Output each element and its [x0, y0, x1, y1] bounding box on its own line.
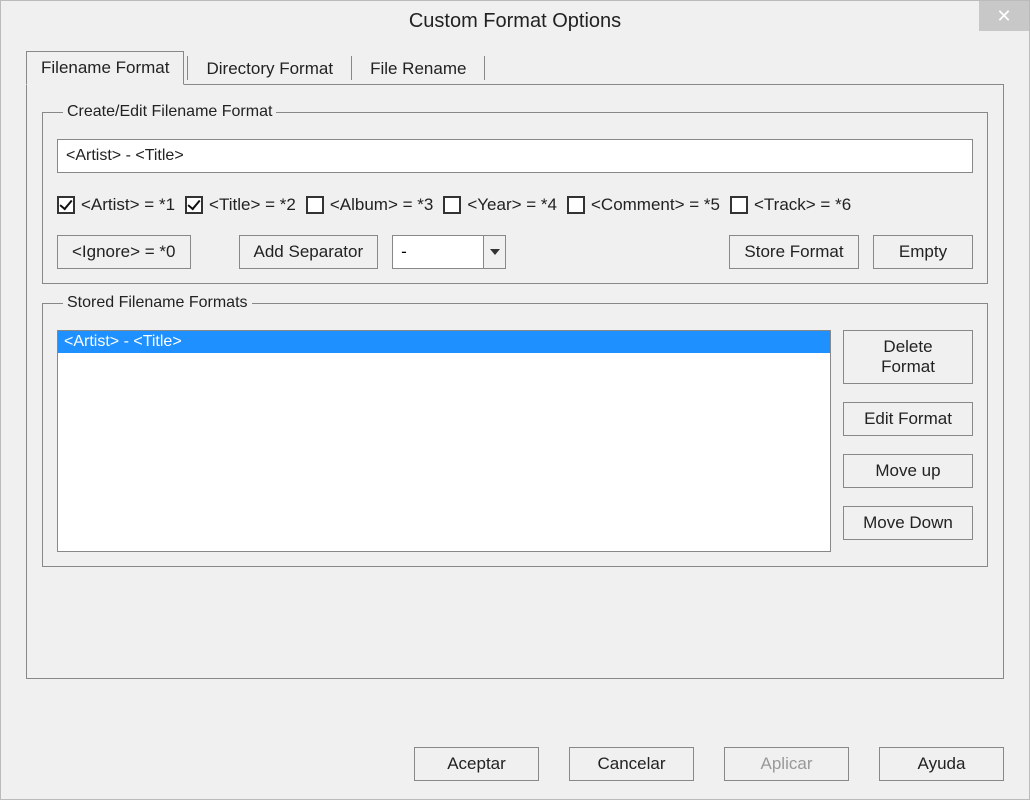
close-button[interactable]: ✕: [979, 1, 1029, 31]
check-label: <Year> = *4: [467, 195, 557, 215]
group-stored-formats: Stored Filename Formats <Artist> - <Titl…: [42, 294, 988, 567]
window-title: Custom Format Options: [409, 10, 621, 33]
check-artist[interactable]: <Artist> = *1: [57, 195, 175, 215]
tab-separator: [187, 56, 188, 80]
group-create-legend: Create/Edit Filename Format: [63, 103, 276, 121]
check-track[interactable]: <Track> = *6: [730, 195, 851, 215]
move-up-button[interactable]: Move up: [843, 454, 973, 488]
add-separator-button[interactable]: Add Separator: [239, 235, 379, 269]
ignore-token-button[interactable]: <Ignore> = *0: [57, 235, 191, 269]
check-label: <Title> = *2: [209, 195, 296, 215]
tab-separator: [351, 56, 352, 80]
list-item[interactable]: <Artist> - <Title>: [58, 331, 830, 353]
check-label: <Artist> = *1: [81, 195, 175, 215]
separator-combobox[interactable]: -: [392, 235, 506, 269]
tab-file-rename[interactable]: File Rename: [355, 52, 481, 85]
cancel-button[interactable]: Cancelar: [569, 747, 694, 781]
checkbox-icon: [443, 196, 461, 214]
group-stored-legend: Stored Filename Formats: [63, 294, 252, 312]
dialog-button-bar: Aceptar Cancelar Aplicar Ayuda: [1, 735, 1029, 799]
format-input[interactable]: [57, 139, 973, 173]
dialog-window: Custom Format Options ✕ Filename Format …: [0, 0, 1030, 800]
check-label: <Album> = *3: [330, 195, 434, 215]
content-area: Filename Format Directory Format File Re…: [1, 41, 1029, 735]
tab-directory-format[interactable]: Directory Format: [191, 52, 348, 85]
chevron-down-icon[interactable]: [483, 236, 505, 268]
checkbox-icon: [57, 196, 75, 214]
check-title[interactable]: <Title> = *2: [185, 195, 296, 215]
move-down-button[interactable]: Move Down: [843, 506, 973, 540]
token-checkbox-row: <Artist> = *1 <Title> = *2 <Album> = *3 …: [57, 195, 973, 215]
checkbox-icon: [306, 196, 324, 214]
titlebar: Custom Format Options ✕: [1, 1, 1029, 41]
stored-body: <Artist> - <Title> Delete Format Edit Fo…: [57, 330, 973, 552]
format-buttons-row: <Ignore> = *0 Add Separator - Store Form…: [57, 235, 973, 269]
check-label: <Comment> = *5: [591, 195, 720, 215]
tab-panel: Create/Edit Filename Format <Artist> = *…: [26, 84, 1004, 679]
tab-strip: Filename Format Directory Format File Re…: [26, 51, 1004, 85]
edit-format-button[interactable]: Edit Format: [843, 402, 973, 436]
close-icon: ✕: [996, 6, 1011, 27]
check-album[interactable]: <Album> = *3: [306, 195, 434, 215]
group-create-edit: Create/Edit Filename Format <Artist> = *…: [42, 103, 988, 284]
stored-formats-listbox[interactable]: <Artist> - <Title>: [57, 330, 831, 552]
apply-button[interactable]: Aplicar: [724, 747, 849, 781]
help-button[interactable]: Ayuda: [879, 747, 1004, 781]
accept-button[interactable]: Aceptar: [414, 747, 539, 781]
checkbox-icon: [185, 196, 203, 214]
tab-filename-format[interactable]: Filename Format: [26, 51, 184, 85]
delete-format-button[interactable]: Delete Format: [843, 330, 973, 384]
check-label: <Track> = *6: [754, 195, 851, 215]
checkbox-icon: [567, 196, 585, 214]
stored-buttons-column: Delete Format Edit Format Move up Move D…: [843, 330, 973, 552]
check-comment[interactable]: <Comment> = *5: [567, 195, 720, 215]
check-year[interactable]: <Year> = *4: [443, 195, 557, 215]
store-format-button[interactable]: Store Format: [729, 235, 859, 269]
checkbox-icon: [730, 196, 748, 214]
separator-value: -: [393, 236, 483, 268]
tab-separator: [484, 56, 485, 80]
empty-button[interactable]: Empty: [873, 235, 973, 269]
